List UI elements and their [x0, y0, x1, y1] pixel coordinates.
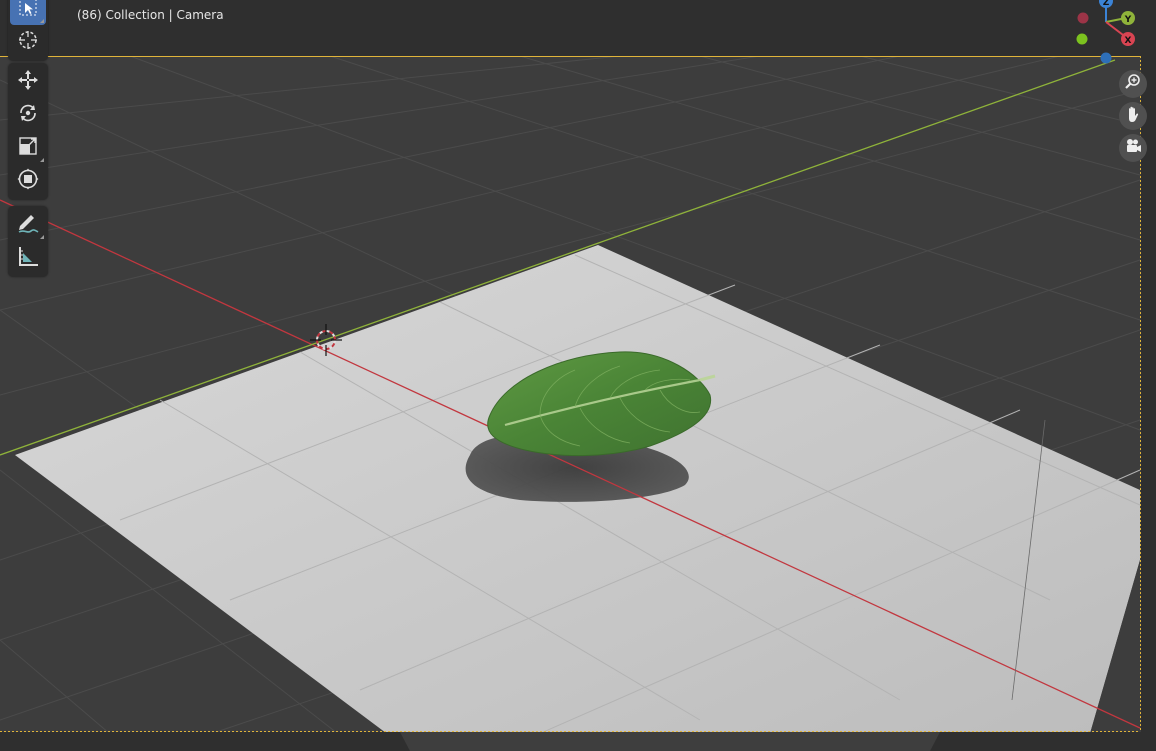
gizmo-label-z: Z: [1103, 0, 1110, 8]
3d-viewport[interactable]: Z Y X (86) Collection | Camera: [0, 0, 1156, 751]
toolbar-transform: [8, 63, 48, 206]
toolbar-annotate: [8, 206, 48, 283]
viewport-scene[interactable]: Z Y X: [0, 0, 1156, 751]
transform-tool[interactable]: [10, 165, 46, 197]
tool-group-select: [8, 0, 48, 61]
gizmo-label-x: X: [1125, 36, 1132, 46]
tool-group-annotate: [8, 206, 48, 277]
move-icon: [17, 69, 39, 95]
annotate-tool[interactable]: [10, 209, 46, 241]
move-tool[interactable]: [10, 66, 46, 98]
scale-tool[interactable]: [10, 132, 46, 164]
camera-view-button[interactable]: [1119, 134, 1147, 162]
gizmo-neg-z[interactable]: [1100, 52, 1112, 64]
gizmo-neg-x[interactable]: [1077, 12, 1089, 24]
ground-plane-bottom: [400, 732, 940, 751]
annotate-pencil-icon: [16, 212, 40, 238]
viewport-navigation: [1119, 70, 1147, 166]
camera-view-icon: [1124, 137, 1142, 159]
transform-icon: [17, 168, 39, 194]
pan-button[interactable]: [1119, 102, 1147, 130]
select-box-icon: [18, 0, 38, 21]
gizmo-label-y: Y: [1124, 15, 1132, 25]
measure-ruler-icon: [17, 245, 39, 271]
select-box-tool[interactable]: [10, 0, 46, 25]
measure-tool[interactable]: [10, 242, 46, 274]
gizmo-neg-y[interactable]: [1076, 33, 1088, 45]
tool-group-transform: [8, 63, 48, 200]
zoom-icon: [1124, 73, 1142, 95]
viewport-header-text: (86) Collection | Camera: [77, 8, 224, 22]
cursor-icon: [17, 29, 39, 55]
cursor-tool[interactable]: [10, 26, 46, 58]
rotate-icon: [17, 102, 39, 128]
hand-pan-icon: [1124, 105, 1142, 127]
toolbar-top: [8, 0, 48, 67]
zoom-button[interactable]: [1119, 70, 1147, 98]
rotate-tool[interactable]: [10, 99, 46, 131]
scale-icon: [17, 135, 39, 161]
